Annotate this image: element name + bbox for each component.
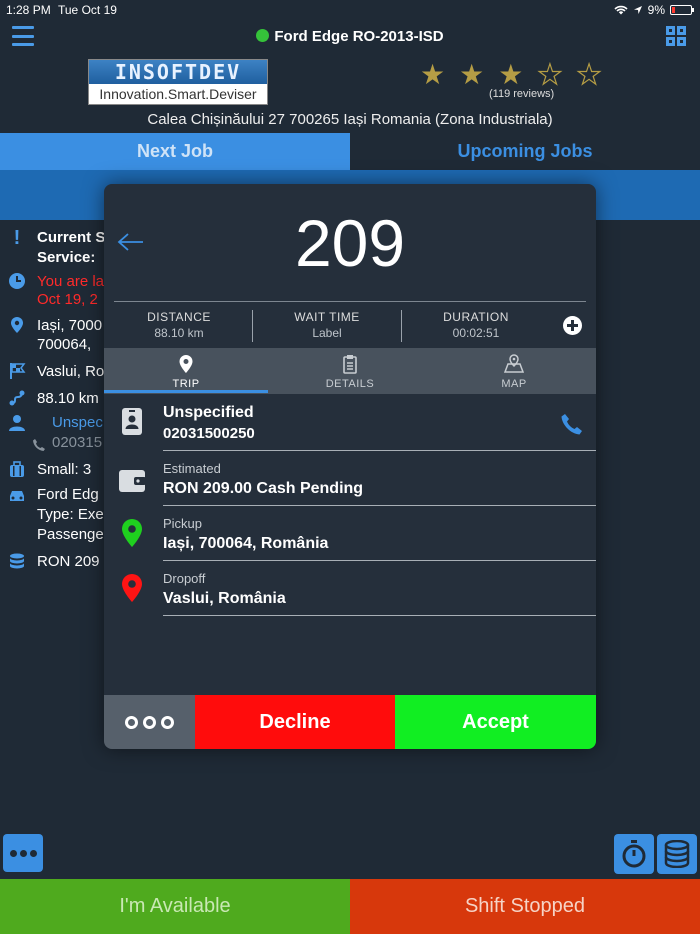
active-tab-indicator <box>104 390 268 393</box>
star-outline-icon: ★ <box>537 59 563 90</box>
flag-icon <box>10 363 26 379</box>
battery-icon <box>670 5 694 15</box>
more-options-button[interactable] <box>104 695 195 749</box>
tab-details[interactable]: DETAILS <box>268 348 432 394</box>
wallet-icon <box>119 470 146 492</box>
clock-icon <box>9 273 25 289</box>
passenger-phone: 02031500250 <box>163 425 255 442</box>
dropoff-pin-icon <box>122 574 142 602</box>
timer-button[interactable] <box>614 834 654 874</box>
logo-tagline: Innovation.Smart.Deviser <box>99 86 257 102</box>
distance-label: DISTANCE <box>147 310 211 324</box>
star-icon: ★ <box>420 59 446 90</box>
tab-next-job[interactable]: Next Job <box>0 133 350 170</box>
pickup-label: Pickup <box>163 516 203 531</box>
add-icon[interactable] <box>563 316 582 335</box>
phone-call-icon[interactable] <box>560 412 584 436</box>
payments-button[interactable] <box>657 834 697 874</box>
distance-value: 88.10 km <box>154 326 204 340</box>
pickup-value: Iași, 700064, România <box>163 535 329 552</box>
star-icon: ★ <box>498 59 524 90</box>
exclamation-icon: ! <box>13 227 21 249</box>
reviews-count: (119 reviews) <box>489 88 555 100</box>
luggage-icon <box>10 461 24 477</box>
tab-map[interactable]: MAP <box>432 348 596 394</box>
payment-row: Estimated RON 209.00 Cash Pending <box>104 451 596 506</box>
rating-stars: ★ ★ ★ ★ ★ <box>420 59 602 90</box>
wait-time-stat: WAIT TIME Label <box>252 310 402 340</box>
qr-code-button[interactable] <box>666 26 686 46</box>
dropoff-label: Dropoff <box>163 571 206 586</box>
payment-label: Estimated <box>163 461 221 476</box>
vehicle-title: Ford Edge RO-2013-ISD <box>0 28 700 45</box>
status-bar: 1:28 PM Tue Oct 19 9% <box>0 0 700 20</box>
route-icon <box>9 390 25 406</box>
tab-details-label: DETAILS <box>325 378 375 390</box>
status-icons: 9% <box>614 3 694 17</box>
passenger-name: Unspecified <box>163 404 254 421</box>
payment-value: RON 209.00 Cash Pending <box>163 480 364 497</box>
location-pin-icon <box>179 355 193 373</box>
decline-button[interactable]: Decline <box>195 695 395 749</box>
duration-value: 00:02:51 <box>452 326 500 340</box>
car-icon <box>10 491 24 501</box>
phone-icon <box>33 439 45 451</box>
available-button[interactable]: I'm Available <box>0 879 350 934</box>
location-pin-icon <box>11 317 23 333</box>
pickup-row: Pickup Iași, 700064, România <box>104 506 596 561</box>
location-arrow-icon <box>633 6 642 14</box>
wait-time-value: Label <box>312 326 342 340</box>
tab-map-label: MAP <box>501 378 527 390</box>
person-icon <box>9 415 25 431</box>
tab-trip[interactable]: TRIP <box>104 348 268 394</box>
id-card-icon <box>122 408 142 435</box>
divider <box>114 301 586 302</box>
job-offer-dialog: 209 DISTANCE 88.10 km WAIT TIME Label DU… <box>104 184 596 749</box>
coins-icon <box>10 553 24 569</box>
vehicle-status-dot <box>256 29 270 42</box>
clipboard-icon <box>343 355 357 374</box>
duration-label: DURATION <box>443 310 509 324</box>
duration-stat: DURATION 00:02:51 <box>401 310 551 340</box>
stopwatch-icon <box>622 840 646 868</box>
more-menu-button[interactable] <box>3 834 43 872</box>
accept-button[interactable]: Accept <box>395 695 596 749</box>
star-outline-icon: ★ <box>576 59 602 90</box>
company-address: Calea Chișinăului 27 700265 Iași Romania… <box>147 111 553 128</box>
wait-time-label: WAIT TIME <box>294 310 360 324</box>
job-details-list: ! Current S Service: You are la Oct 19, … <box>0 222 120 582</box>
passenger-row: Unspecified 02031500250 <box>104 396 596 451</box>
dropoff-value: Vaslui, România <box>163 590 286 607</box>
coins-icon <box>664 840 690 868</box>
wifi-icon <box>614 5 628 15</box>
dropoff-row: Dropoff Vaslui, România <box>104 561 596 616</box>
company-logo: INSOFTDEV Innovation.Smart.Deviser <box>88 59 268 105</box>
map-icon <box>504 354 524 373</box>
vehicle-name: Ford Edge RO-2013-ISD <box>274 28 444 45</box>
tab-upcoming-jobs[interactable]: Upcoming Jobs <box>350 133 700 170</box>
battery-percent: 9% <box>647 3 665 17</box>
status-date: Tue Oct 19 <box>58 3 117 17</box>
status-time: 1:28 PM <box>6 3 51 17</box>
pickup-pin-icon <box>122 519 142 547</box>
star-icon: ★ <box>459 59 485 90</box>
logo-wordmark: INSOFTDEV <box>89 60 267 84</box>
shift-status-button[interactable]: Shift Stopped <box>350 879 700 934</box>
row-divider <box>163 615 596 616</box>
offer-tabs: TRIP DETAILS MAP <box>104 348 596 394</box>
distance-stat: DISTANCE 88.10 km <box>104 310 254 340</box>
offer-price: 209 <box>294 206 406 280</box>
tab-trip-label: TRIP <box>172 378 200 390</box>
